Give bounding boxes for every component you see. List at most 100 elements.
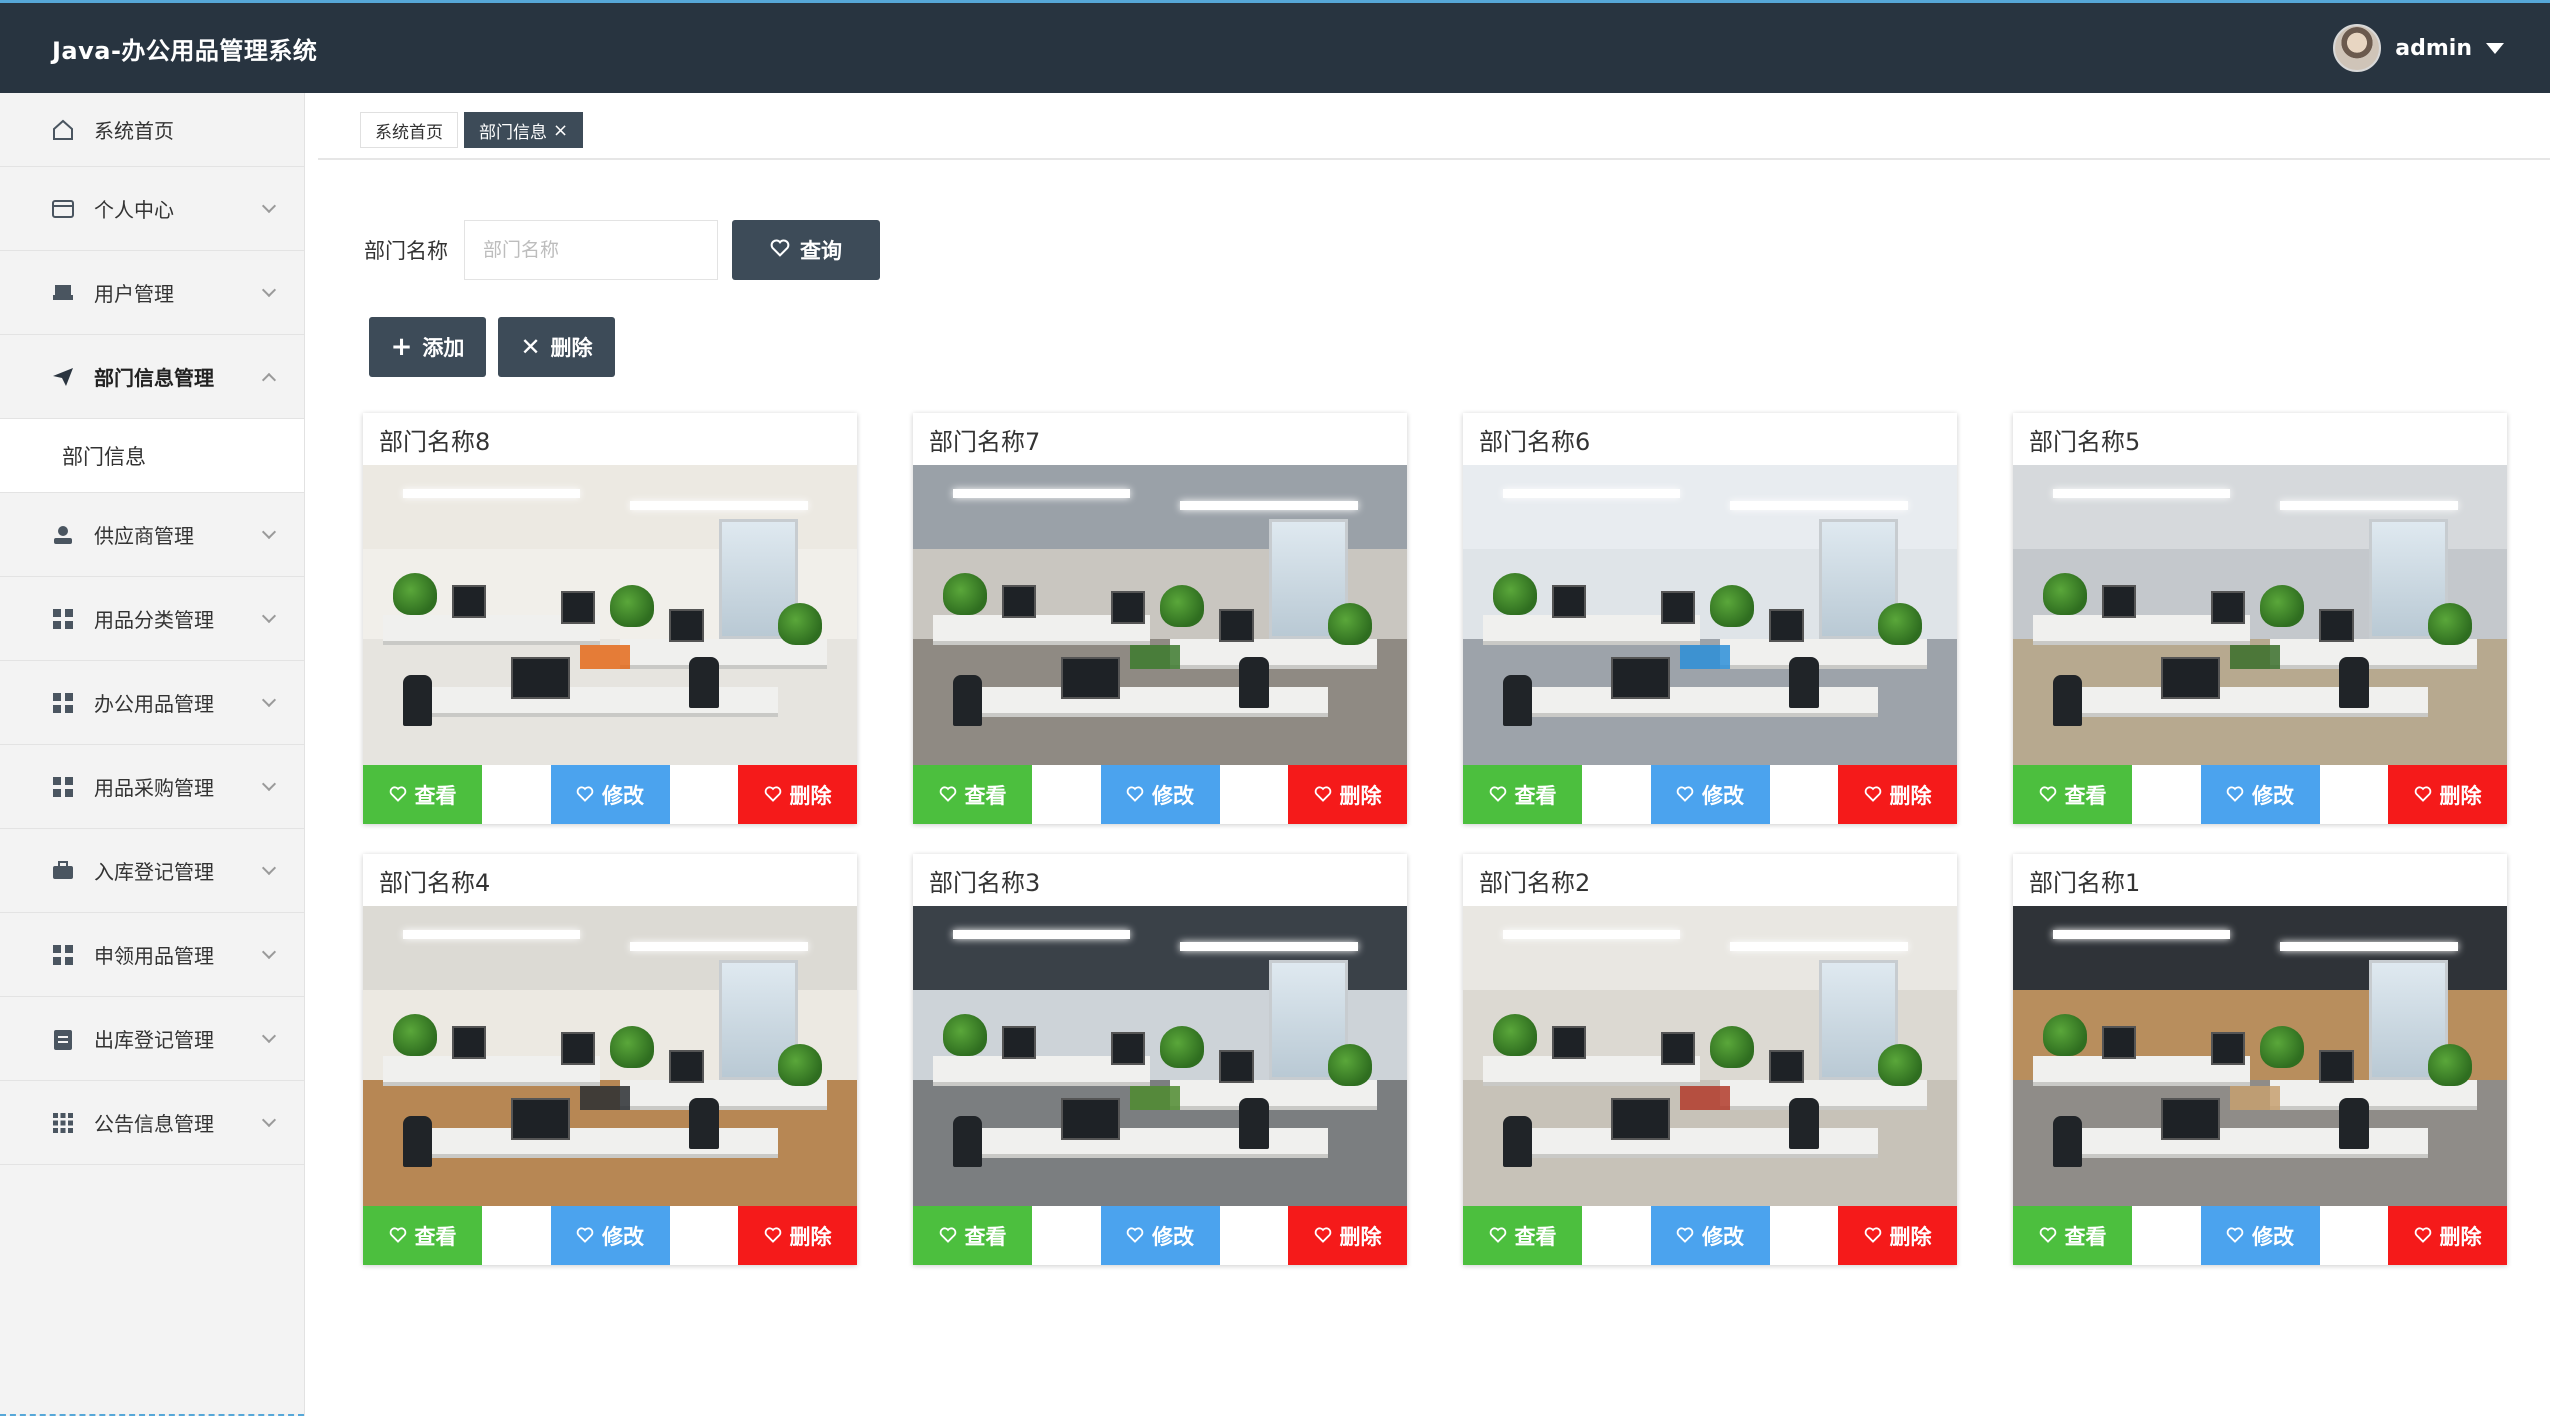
card-title: 部门名称7 [929, 427, 1041, 456]
delete-card-button[interactable]: 删除 [2388, 765, 2507, 824]
sidebar-item-label: 申领用品管理 [94, 944, 214, 968]
delete-card-button[interactable]: 删除 [2388, 1206, 2507, 1265]
chevron-down-icon [261, 282, 277, 297]
sidebar: 系统首页 个人中心 用户管理 部门信息管理 部门信息 供应商管理 用品分类管理 … [0, 93, 305, 1416]
heart-icon [764, 1224, 782, 1248]
view-button[interactable]: 查看 [1463, 765, 1582, 824]
heart-icon [1489, 1224, 1507, 1248]
card-actions: 查看 修改 删除 [1463, 1206, 1957, 1265]
department-card: 部门名称8 查看 修改 删除 [363, 413, 857, 824]
x-icon: ✕ [520, 333, 541, 361]
delete-card-button[interactable]: 删除 [738, 1206, 857, 1265]
sidebar-item-department[interactable]: 部门信息管理 [0, 335, 304, 419]
sidebar-item-categories[interactable]: 用品分类管理 [0, 577, 304, 661]
office-image [2013, 465, 2507, 765]
sidebar-item-home[interactable]: 系统首页 [0, 93, 304, 167]
add-button-label: 添加 [422, 336, 465, 360]
tab-label: 部门信息 [479, 122, 547, 143]
office-image [363, 906, 857, 1206]
sidebar-item-stock-out[interactable]: 出库登记管理 [0, 997, 304, 1081]
delete-button-label: 删除 [2439, 1224, 2482, 1249]
card-title: 部门名称6 [1479, 427, 1591, 456]
heart-icon [2226, 783, 2244, 807]
heart-icon [1126, 1224, 1144, 1248]
office-image [1463, 906, 1957, 1206]
briefcase-icon [50, 858, 76, 884]
sidebar-item-label: 系统首页 [94, 119, 174, 143]
card-title: 部门名称8 [379, 427, 491, 456]
chevron-down-icon [261, 608, 277, 623]
avatar[interactable] [2333, 24, 2382, 72]
action-toolbar: + 添加 ✕ 删除 [369, 317, 615, 377]
heart-icon [1676, 1224, 1694, 1248]
delete-card-button[interactable]: 删除 [738, 765, 857, 824]
delete-button-label: 删除 [1339, 783, 1382, 808]
heart-icon [1314, 783, 1332, 807]
edit-button[interactable]: 修改 [550, 765, 670, 824]
view-button[interactable]: 查看 [1463, 1206, 1582, 1265]
sidebar-item-purchasing[interactable]: 用品采购管理 [0, 745, 304, 829]
edit-button[interactable]: 修改 [2200, 1206, 2320, 1265]
paper-plane-icon [50, 364, 76, 390]
sidebar-item-personal[interactable]: 个人中心 [0, 167, 304, 251]
delete-card-button[interactable]: 删除 [1838, 765, 1957, 824]
sidebar-item-supplies[interactable]: 办公用品管理 [0, 661, 304, 745]
edit-button[interactable]: 修改 [1100, 1206, 1220, 1265]
tab-department-info[interactable]: 部门信息 × [464, 112, 584, 148]
sidebar-item-users[interactable]: 用户管理 [0, 251, 304, 335]
chevron-down-icon [261, 776, 277, 791]
edit-button[interactable]: 修改 [1650, 1206, 1770, 1265]
view-button[interactable]: 查看 [363, 1206, 482, 1265]
close-icon[interactable]: × [553, 120, 568, 141]
sidebar-item-label: 用户管理 [94, 282, 174, 306]
heart-icon [2039, 1224, 2057, 1248]
tab-home[interactable]: 系统首页 [360, 112, 458, 148]
user-menu[interactable]: admin [2333, 24, 2504, 72]
card-actions: 查看 修改 删除 [913, 765, 1407, 824]
department-name-input[interactable] [464, 220, 718, 280]
department-photo [2013, 906, 2507, 1206]
grid-icon [50, 690, 76, 716]
search-button[interactable]: 查询 [732, 220, 880, 280]
caret-down-icon[interactable] [2486, 42, 2504, 54]
view-button[interactable]: 查看 [363, 765, 482, 824]
office-image [2013, 906, 2507, 1206]
edit-button[interactable]: 修改 [550, 1206, 670, 1265]
view-button-label: 查看 [2064, 783, 2107, 808]
view-button[interactable]: 查看 [913, 765, 1032, 824]
view-button[interactable]: 查看 [2013, 1206, 2132, 1265]
delete-card-button[interactable]: 删除 [1288, 765, 1407, 824]
add-button[interactable]: + 添加 [369, 317, 486, 377]
heart-icon [1864, 1224, 1882, 1248]
edit-button[interactable]: 修改 [1100, 765, 1220, 824]
username[interactable]: admin [2395, 36, 2472, 61]
delete-card-button[interactable]: 删除 [1288, 1206, 1407, 1265]
sidebar-subitem-department-info[interactable]: 部门信息 [0, 419, 304, 493]
edit-button[interactable]: 修改 [2200, 765, 2320, 824]
heart-icon [1864, 783, 1882, 807]
delete-button[interactable]: ✕ 删除 [498, 317, 615, 377]
sidebar-item-stock-in[interactable]: 入库登记管理 [0, 829, 304, 913]
card-title: 部门名称2 [1479, 868, 1591, 897]
sidebar-item-label: 用品采购管理 [94, 776, 214, 800]
heart-icon [1489, 783, 1507, 807]
sidebar-item-announcements[interactable]: 公告信息管理 [0, 1081, 304, 1165]
sidebar-item-requisition[interactable]: 申领用品管理 [0, 913, 304, 997]
sidebar-item-label: 公告信息管理 [94, 1112, 214, 1136]
department-card: 部门名称5 查看 修改 删除 [2013, 413, 2507, 824]
plus-icon: + [390, 332, 413, 362]
view-button[interactable]: 查看 [2013, 765, 2132, 824]
view-button[interactable]: 查看 [913, 1206, 1032, 1265]
card-actions: 查看 修改 删除 [363, 765, 857, 824]
heart-icon [1314, 1224, 1332, 1248]
department-card-grid: 部门名称8 查看 修改 删除 部门名称7 查看 修改 删除 部门名称6 查看 修… [363, 413, 2507, 1265]
card-actions: 查看 修改 删除 [913, 1206, 1407, 1265]
delete-card-button[interactable]: 删除 [1838, 1206, 1957, 1265]
department-card: 部门名称6 查看 修改 删除 [1463, 413, 1957, 824]
department-photo [363, 906, 857, 1206]
sidebar-item-suppliers[interactable]: 供应商管理 [0, 493, 304, 577]
view-button-label: 查看 [1514, 1224, 1557, 1249]
office-image [913, 906, 1407, 1206]
delete-button-label: 删除 [1339, 1224, 1382, 1249]
edit-button[interactable]: 修改 [1650, 765, 1770, 824]
